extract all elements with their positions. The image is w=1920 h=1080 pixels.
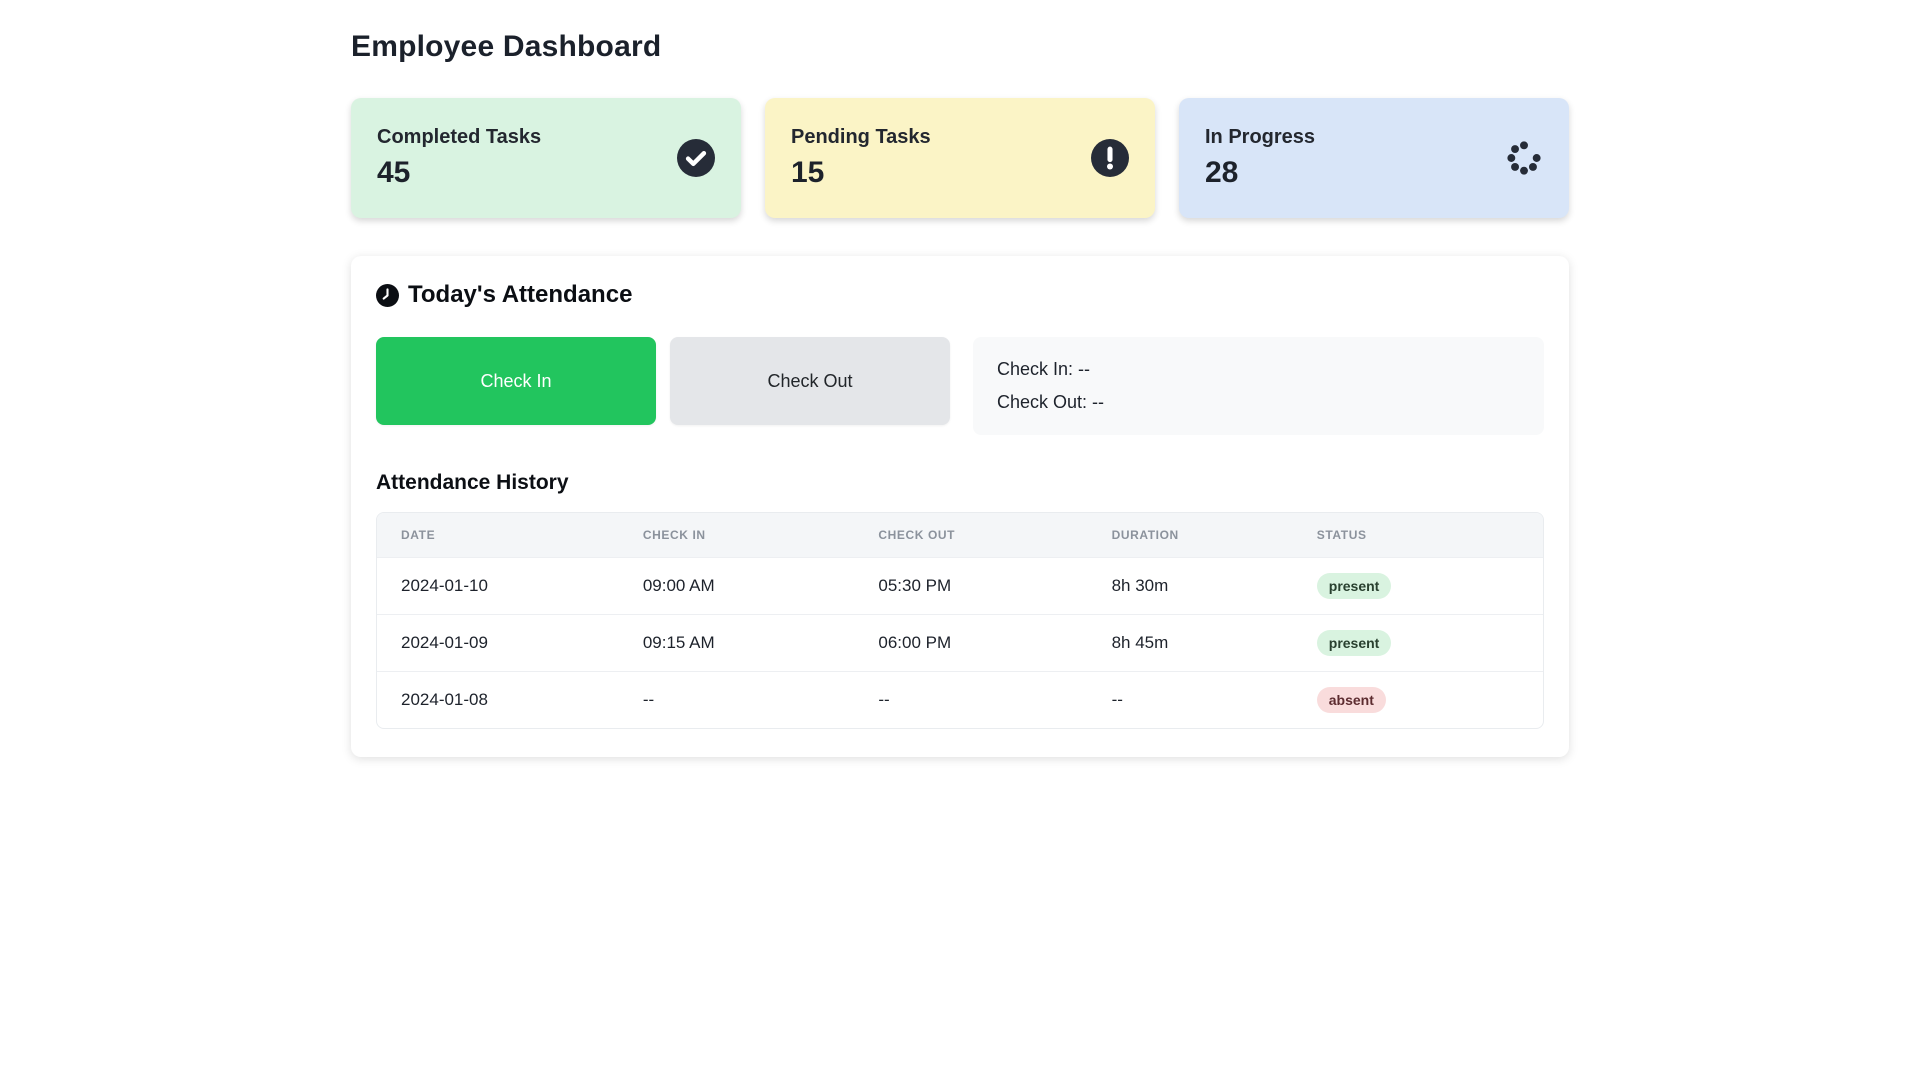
exclamation-circle-icon: [1091, 139, 1129, 177]
column-header-date: DATE: [377, 513, 643, 557]
stats-row: Completed Tasks 45 Pending Tasks 15 In P…: [351, 98, 1569, 218]
status-badge: absent: [1316, 686, 1386, 713]
attendance-heading: Today's Attendance: [376, 281, 1544, 309]
cell-check-out: 06:00 PM: [878, 613, 1112, 671]
column-header-duration: DURATION: [1111, 513, 1317, 557]
check-out-button[interactable]: Check Out: [670, 337, 950, 425]
cell-check-in: 09:15 AM: [642, 613, 879, 671]
spinner-icon: [1505, 139, 1543, 177]
stat-card-value: 28: [1205, 156, 1239, 189]
cell-date: 2024-01-08: [377, 670, 643, 728]
cell-duration: 8h 45m: [1111, 613, 1317, 671]
cell-status: present: [1316, 556, 1543, 614]
cell-duration: 8h 30m: [1111, 556, 1317, 614]
stat-card-value: 15: [791, 156, 825, 189]
page-title: Employee Dashboard: [351, 30, 662, 63]
status-badge: present: [1316, 629, 1392, 656]
table-header-row: DATE CHECK IN CHECK OUT DURATION STATUS: [377, 513, 1543, 557]
attendance-status-panel: Check In: -- Check Out: --: [973, 337, 1544, 435]
stat-card-label: In Progress: [1205, 126, 1316, 148]
cell-date: 2024-01-09: [377, 613, 643, 671]
column-header-check-out: CHECK OUT: [878, 513, 1112, 557]
attendance-history-table: DATE CHECK IN CHECK OUT DURATION STATUS …: [376, 512, 1544, 729]
column-header-check-in: CHECK IN: [642, 513, 879, 557]
table-row: 2024-01-08 -- -- -- absent: [377, 670, 1543, 728]
check-circle-icon: [677, 139, 715, 177]
history-heading: Attendance History: [376, 471, 569, 494]
cell-check-in: --: [642, 670, 879, 728]
attendance-panel: Today's Attendance Check In Check Out Ch…: [351, 256, 1569, 757]
clock-icon: [376, 283, 399, 307]
attendance-heading-text: Today's Attendance: [408, 281, 633, 308]
stat-card-value: 45: [377, 156, 411, 189]
cell-status: absent: [1316, 670, 1543, 728]
cell-check-out: 05:30 PM: [878, 556, 1112, 614]
stat-card-label: Pending Tasks: [791, 126, 931, 148]
cell-check-in: 09:00 AM: [642, 556, 879, 614]
check-in-button[interactable]: Check In: [376, 337, 656, 425]
page-container: Employee Dashboard Completed Tasks 45 Pe…: [351, 0, 1569, 757]
cell-date: 2024-01-10: [377, 556, 643, 614]
check-in-status: Check In: --: [997, 359, 1091, 379]
cell-duration: --: [1111, 670, 1317, 728]
check-out-status: Check Out: --: [997, 392, 1105, 412]
cell-status: present: [1316, 613, 1543, 671]
cell-check-out: --: [878, 670, 1112, 728]
table-row: 2024-01-09 09:15 AM 06:00 PM 8h 45m pres…: [377, 613, 1543, 671]
status-badge: present: [1316, 572, 1392, 599]
stat-card-completed-tasks: Completed Tasks 45: [351, 98, 741, 218]
stat-card-pending-tasks: Pending Tasks 15: [765, 98, 1155, 218]
column-header-status: STATUS: [1316, 513, 1543, 557]
stat-card-in-progress: In Progress 28: [1179, 98, 1569, 218]
stat-card-label: Completed Tasks: [377, 126, 542, 148]
table-row: 2024-01-10 09:00 AM 05:30 PM 8h 30m pres…: [377, 556, 1543, 614]
attendance-actions: Check In Check Out Check In: -- Check Ou…: [376, 337, 1544, 435]
